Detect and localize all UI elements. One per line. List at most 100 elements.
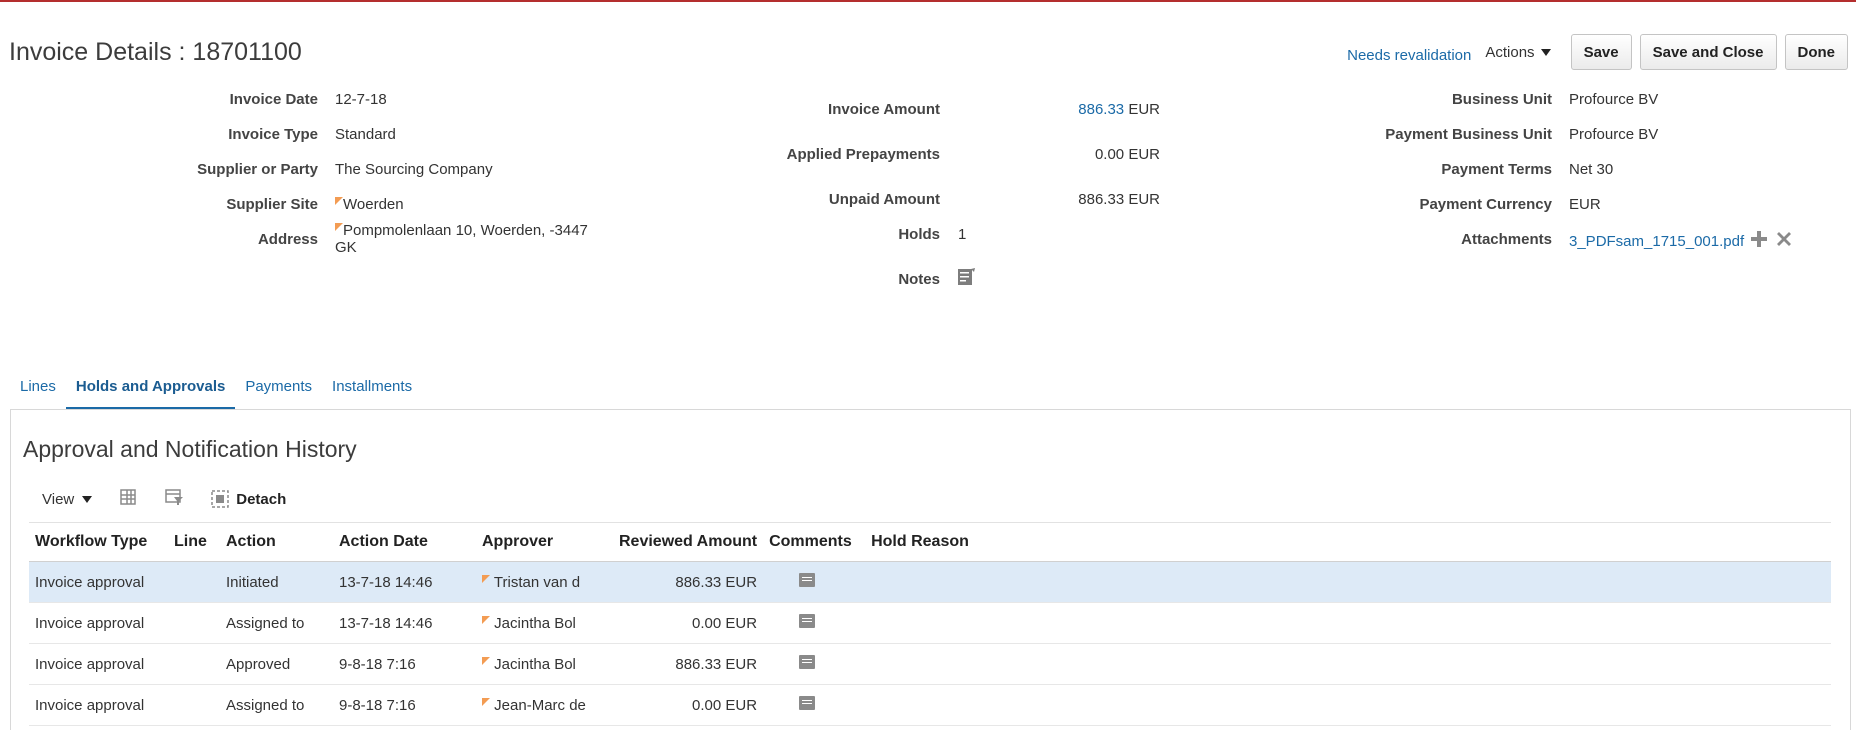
- comment-icon[interactable]: [799, 696, 816, 710]
- actions-menu[interactable]: Actions: [1485, 43, 1551, 61]
- comments-cell: [763, 561, 866, 603]
- action-cell: Initiated: [220, 561, 333, 603]
- top-accent-line: [0, 0, 1856, 2]
- business-unit-label: Business Unit: [1451, 91, 1552, 108]
- actions-menu-label: Actions: [1485, 43, 1535, 61]
- reviewed-amount-cell: 0.00 EUR: [613, 602, 764, 644]
- applied-prepayments-value: 0.00 EUR: [1094, 146, 1160, 163]
- supplier-site-value: Woerden: [343, 196, 404, 213]
- chevron-down-icon: [1540, 48, 1551, 56]
- approver-cell[interactable]: Jacintha Bol: [476, 643, 613, 685]
- freeze-columns-icon[interactable]: [118, 487, 138, 511]
- workflow-type-cell: Invoice approval: [29, 602, 168, 644]
- payment-business-unit-label: Payment Business Unit: [1385, 126, 1552, 143]
- query-by-example-icon[interactable]: [164, 487, 184, 511]
- changed-flag-icon: [482, 574, 490, 583]
- approver-cell[interactable]: Jean-Marc de: [476, 684, 613, 726]
- remove-attachment-icon[interactable]: [1774, 229, 1794, 253]
- table-row[interactable]: Invoice approval Assigned to 13-7-18 14:…: [29, 602, 1831, 644]
- add-attachment-icon[interactable]: [1750, 230, 1768, 252]
- tab-holds-and-approvals[interactable]: Holds and Approvals: [65, 368, 236, 410]
- line-cell: [168, 643, 220, 685]
- changed-flag-icon: [335, 223, 343, 231]
- action-date-cell: 13-7-18 14:46: [333, 561, 476, 603]
- chevron-down-icon: [82, 495, 93, 503]
- action-date-cell: 9-8-18 7:16: [333, 643, 476, 685]
- payment-terms-label: Payment Terms: [1441, 161, 1552, 178]
- table-row[interactable]: Invoice approval Approved 9-8-18 7:16 Ja…: [29, 643, 1831, 685]
- address-value: Pompmolenlaan 10, Woerden, -3447 GK: [335, 222, 588, 256]
- payment-currency-value: EUR: [1569, 196, 1601, 213]
- column-header-approver[interactable]: Approver: [476, 522, 613, 562]
- table-row[interactable]: Invoice approval Initiated 13-7-18 14:46…: [29, 561, 1831, 603]
- payment-currency-label: Payment Currency: [1419, 196, 1552, 213]
- approver-cell[interactable]: Jacintha Bol: [476, 602, 613, 644]
- tab-lines[interactable]: Lines: [10, 368, 66, 410]
- column-header-action-date[interactable]: Action Date: [333, 522, 476, 562]
- tab-installments[interactable]: Installments: [322, 368, 422, 410]
- comment-icon[interactable]: [799, 614, 816, 628]
- save-button[interactable]: Save: [1570, 34, 1632, 70]
- hold-reason-cell: [865, 684, 1831, 726]
- supplier-site-field[interactable]: Woerden: [335, 196, 404, 213]
- changed-flag-icon: [482, 656, 490, 665]
- tab-bar: Lines Holds and Approvals Payments Insta…: [10, 368, 422, 410]
- detach-button[interactable]: Detach: [210, 489, 286, 509]
- changed-flag-icon: [482, 697, 490, 706]
- column-header-hold-reason[interactable]: Hold Reason: [865, 522, 1831, 562]
- column-header-line[interactable]: Line: [168, 522, 220, 562]
- workflow-type-cell: Invoice approval: [29, 643, 168, 685]
- approval-history-table: Workflow Type Line Action Action Date Ap…: [29, 522, 1831, 726]
- column-header-workflow-type[interactable]: Workflow Type: [29, 522, 168, 562]
- column-header-comments[interactable]: Comments: [763, 522, 866, 562]
- hold-reason-cell: [865, 643, 1831, 685]
- payment-terms-value: Net 30: [1569, 161, 1614, 178]
- invoice-amount-link[interactable]: 886.33: [1078, 101, 1124, 118]
- line-cell: [168, 602, 220, 644]
- comment-icon[interactable]: [799, 573, 816, 587]
- comments-cell: [763, 643, 866, 685]
- reviewed-amount-cell: 886.33 EUR: [613, 643, 764, 685]
- section-title: Approval and Notification History: [23, 436, 357, 462]
- column-header-action[interactable]: Action: [220, 522, 333, 562]
- invoice-amount-label: Invoice Amount: [828, 101, 940, 118]
- changed-flag-icon: [335, 197, 343, 205]
- tab-payments[interactable]: Payments: [235, 368, 322, 410]
- invoice-date-value: 12-7-18: [335, 91, 387, 108]
- notes-label: Notes: [898, 271, 940, 288]
- column-header-reviewed-amount[interactable]: Reviewed Amount: [613, 522, 764, 562]
- holds-label: Holds: [898, 226, 940, 243]
- supplier-value: The Sourcing Company: [335, 161, 493, 178]
- workflow-type-cell: Invoice approval: [29, 561, 168, 603]
- header-actions: Needs revalidation Actions Save Save and…: [1347, 34, 1848, 70]
- table-row[interactable]: Invoice approval Assigned to 9-8-18 7:16…: [29, 684, 1831, 726]
- action-cell: Assigned to: [220, 684, 333, 726]
- business-unit-value: Profource BV: [1569, 91, 1659, 108]
- line-cell: [168, 684, 220, 726]
- view-menu[interactable]: View: [42, 491, 93, 508]
- supplier-label: Supplier or Party: [197, 161, 318, 178]
- workflow-type-cell: Invoice approval: [29, 684, 168, 726]
- invoice-amount-currency: EUR: [1128, 101, 1160, 118]
- invoice-date-label: Invoice Date: [229, 91, 318, 108]
- needs-revalidation-link[interactable]: Needs revalidation: [1347, 47, 1471, 64]
- notes-edit-icon[interactable]: [957, 267, 977, 291]
- action-cell: Assigned to: [220, 602, 333, 644]
- save-and-close-button[interactable]: Save and Close: [1639, 34, 1777, 70]
- approver-cell[interactable]: Tristan van d: [476, 561, 613, 603]
- invoice-amount-field: 886.33 EUR: [1078, 101, 1160, 118]
- address-field[interactable]: Pompmolenlaan 10, Woerden, -3447 GK: [335, 222, 600, 256]
- action-date-cell: 13-7-18 14:46: [333, 602, 476, 644]
- table-toolbar: View Detach: [42, 487, 286, 511]
- unpaid-amount-label: Unpaid Amount: [828, 191, 940, 208]
- comments-cell: [763, 602, 866, 644]
- approver-name: Jean-Marc de: [494, 696, 586, 714]
- comment-icon[interactable]: [799, 655, 816, 669]
- reviewed-amount-cell: 886.33 EUR: [613, 561, 764, 603]
- page-title: Invoice Details : 18701100: [9, 38, 302, 66]
- hold-reason-cell: [865, 561, 1831, 603]
- done-button[interactable]: Done: [1784, 34, 1848, 70]
- attachment-link[interactable]: 3_PDFsam_1715_001.pdf: [1569, 233, 1744, 250]
- attachments-label: Attachments: [1461, 231, 1552, 248]
- table-header-row: Workflow Type Line Action Action Date Ap…: [29, 522, 1831, 562]
